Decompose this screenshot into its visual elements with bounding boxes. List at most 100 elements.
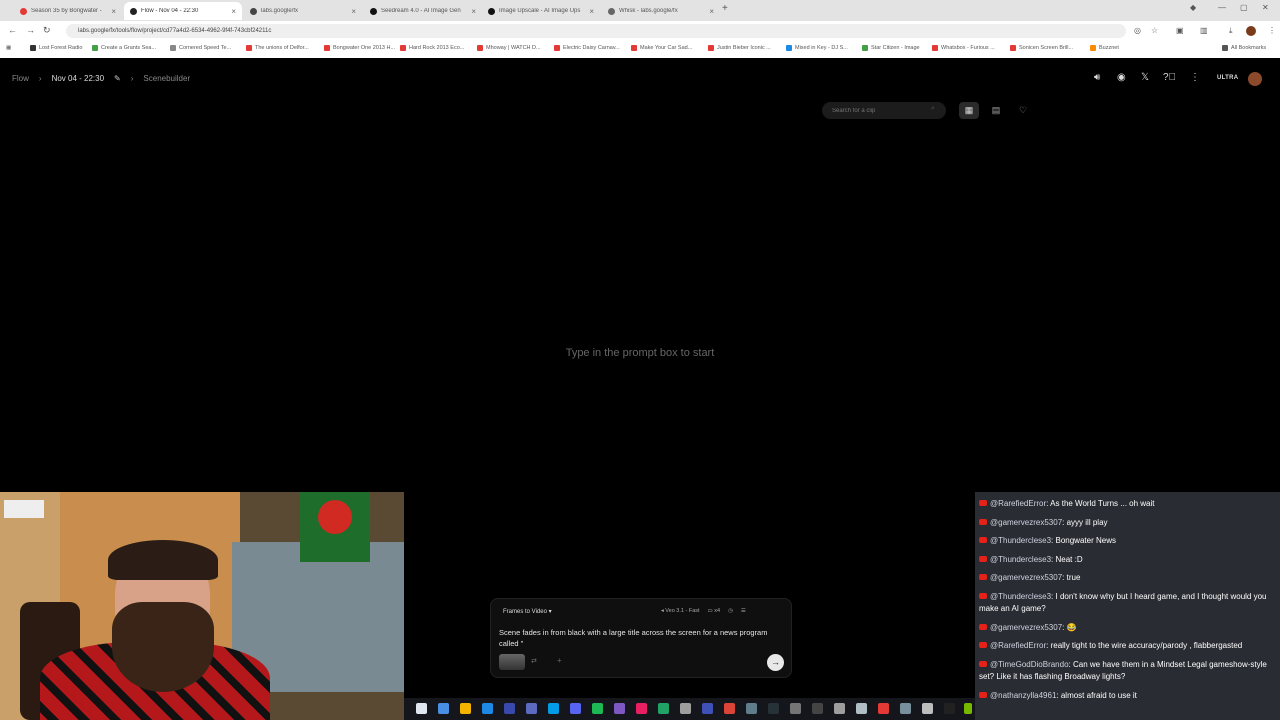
tab-favicon xyxy=(608,7,615,15)
extension-icon[interactable]: ◆ xyxy=(1190,3,1196,12)
taskbar-app-icon[interactable] xyxy=(548,703,559,714)
mode-dropdown[interactable]: Frames to Video ▾ xyxy=(503,608,552,615)
close-tab-icon[interactable]: × xyxy=(471,7,476,16)
taskbar-app-icon[interactable] xyxy=(964,703,972,714)
back-icon[interactable]: ← xyxy=(8,25,17,35)
taskbar-app-icon[interactable] xyxy=(482,703,493,714)
discord-icon[interactable]: ◉ xyxy=(1117,72,1126,83)
bookmark-item[interactable]: Lost Forest Radio xyxy=(30,45,82,51)
close-tab-icon[interactable]: × xyxy=(111,7,116,16)
timer-icon[interactable]: ◷ xyxy=(728,608,733,614)
taskbar-app-icon[interactable] xyxy=(592,703,603,714)
settings-sliders-icon[interactable]: ☰ xyxy=(741,608,746,614)
swap-frames-icon[interactable]: ⇄ xyxy=(531,657,537,665)
browser-tab[interactable]: Seedream 4.0 - AI Image Gen × xyxy=(364,2,482,20)
bookmark-item[interactable]: Star Citizen - Image xyxy=(862,45,920,51)
user-avatar[interactable] xyxy=(1248,72,1262,86)
taskbar-app-icon[interactable] xyxy=(658,703,669,714)
new-tab-icon[interactable]: + xyxy=(722,3,728,14)
taskbar-app-icon[interactable] xyxy=(944,703,955,714)
storyboard-view-icon[interactable]: ▤ xyxy=(986,102,1006,119)
edit-pencil-icon[interactable]: ✎ xyxy=(114,74,121,83)
all-bookmarks[interactable]: All Bookmarks xyxy=(1222,45,1266,51)
bookmark-favicon xyxy=(324,45,330,51)
bookmark-item[interactable]: Make Your Car Sad... xyxy=(631,45,692,51)
close-tab-icon[interactable]: × xyxy=(351,7,356,16)
send-arrow-icon[interactable]: → xyxy=(767,654,784,671)
frame-thumbnail[interactable] xyxy=(499,654,525,670)
model-selector[interactable]: ◂ Veo 3.1 - Fast xyxy=(661,608,700,614)
taskbar-app-icon[interactable] xyxy=(680,703,691,714)
bookmark-item[interactable]: Electric Daisy Carnav... xyxy=(554,45,620,51)
start-icon[interactable] xyxy=(416,703,427,714)
taskbar-app-icon[interactable] xyxy=(614,703,625,714)
mode-label: Frames to Video xyxy=(503,609,547,615)
close-tab-icon[interactable]: × xyxy=(589,7,594,16)
breadcrumb-section[interactable]: Scenebuilder xyxy=(143,74,190,83)
apps-icon[interactable]: ▦ xyxy=(6,45,11,51)
taskbar-app-icon[interactable] xyxy=(790,703,801,714)
favorites-heart-icon[interactable]: ♡ xyxy=(1013,102,1033,119)
taskbar-app-icon[interactable] xyxy=(900,703,911,714)
browser-tab[interactable]: labs.google/fx × xyxy=(244,2,362,20)
output-count[interactable]: ▭ x4 xyxy=(708,608,721,614)
browser-tab[interactable]: Image Upscale - AI Image Ups × xyxy=(482,2,600,20)
taskbar-app-icon[interactable] xyxy=(746,703,757,714)
bookmark-star-icon[interactable]: ☆ xyxy=(1151,26,1158,35)
breadcrumb-root[interactable]: Flow xyxy=(12,74,29,83)
taskbar-app-icon[interactable] xyxy=(702,703,713,714)
taskbar-app-icon[interactable] xyxy=(834,703,845,714)
youtube-icon xyxy=(979,623,987,630)
close-tab-icon[interactable]: × xyxy=(709,7,714,16)
bookmark-item[interactable]: Hard Rock 2013 Eco... xyxy=(400,45,464,51)
bookmark-item[interactable]: Create a Grants Sea... xyxy=(92,45,156,51)
download-icon[interactable]: ⤓ xyxy=(1229,26,1233,36)
clip-search-input[interactable] xyxy=(822,102,946,119)
taskbar-app-icon[interactable] xyxy=(438,703,449,714)
close-window-icon[interactable]: ✕ xyxy=(1262,3,1269,12)
taskbar-app-icon[interactable] xyxy=(922,703,933,714)
taskbar-app-icon[interactable] xyxy=(768,703,779,714)
speaker-icon[interactable]: 🔊︎ xyxy=(1094,72,1100,83)
browser-tab[interactable]: Whisk - labs.google/fx × xyxy=(602,2,720,20)
reload-icon[interactable]: ↻ xyxy=(43,25,51,36)
taskbar-app-icon[interactable] xyxy=(504,703,515,714)
taskbar-app-icon[interactable] xyxy=(526,703,537,714)
taskbar-app-icon[interactable] xyxy=(636,703,647,714)
help-icon[interactable]: ?⃝ xyxy=(1163,72,1176,83)
sidebar-icon[interactable]: ▥ xyxy=(1200,26,1208,35)
maximize-icon[interactable]: ▢ xyxy=(1240,3,1248,12)
browser-tab-active[interactable]: Flow - Nov 04 - 22:30 × xyxy=(124,2,242,20)
bookmark-item[interactable]: The unions of Delfor... xyxy=(246,45,309,51)
prompt-input[interactable]: Scene fades in from black with a large t… xyxy=(499,627,769,649)
minimize-icon[interactable]: — xyxy=(1218,3,1226,12)
browser-tab[interactable]: Season 35 by Bongwater - × xyxy=(14,2,122,20)
x-logo-icon[interactable]: 𝕏 xyxy=(1141,72,1149,83)
taskbar-app-icon[interactable] xyxy=(460,703,471,714)
breadcrumb: Flow › Nov 04 - 22:30 ✎ › Scenebuilder xyxy=(12,74,190,83)
bookmark-item[interactable]: Sonicen Screen Brill... xyxy=(1010,45,1073,51)
taskbar-app-icon[interactable] xyxy=(878,703,889,714)
forward-icon[interactable]: → xyxy=(26,25,35,35)
browser-profile-avatar[interactable] xyxy=(1246,26,1256,36)
menu-icon[interactable]: ⋮ xyxy=(1268,26,1276,35)
extensions-icon[interactable]: ▣ xyxy=(1176,26,1184,35)
add-frame-icon[interactable]: + xyxy=(557,656,562,665)
taskbar-app-icon[interactable] xyxy=(856,703,867,714)
taskbar-app-icon[interactable] xyxy=(570,703,581,714)
close-tab-icon[interactable]: × xyxy=(231,7,236,16)
bookmark-item[interactable]: Bongwater One 2013 H... xyxy=(324,45,395,51)
bookmark-item[interactable]: Mixed in Key - DJ S... xyxy=(786,45,848,51)
taskbar-app-icon[interactable] xyxy=(812,703,823,714)
visibility-icon[interactable]: ◎ xyxy=(1134,26,1141,35)
url-field[interactable]: labs.google/fx/tools/flow/project/cd77a4… xyxy=(66,24,1126,38)
breadcrumb-project[interactable]: Nov 04 - 22:30 xyxy=(52,74,104,83)
bookmark-item[interactable]: Buzznet xyxy=(1090,45,1119,51)
bookmark-item[interactable]: Cornered Speed Te... xyxy=(170,45,231,51)
bookmark-item[interactable]: Justin Bieber Iconic ... xyxy=(708,45,771,51)
grid-view-icon[interactable]: ▦ xyxy=(959,102,979,119)
bookmark-item[interactable]: Mhoway | WATCH D... xyxy=(477,45,541,51)
more-options-icon[interactable]: ⋮ xyxy=(1190,72,1200,83)
bookmark-item[interactable]: Whatsbox - Furious ... xyxy=(932,45,995,51)
taskbar-app-icon[interactable] xyxy=(724,703,735,714)
